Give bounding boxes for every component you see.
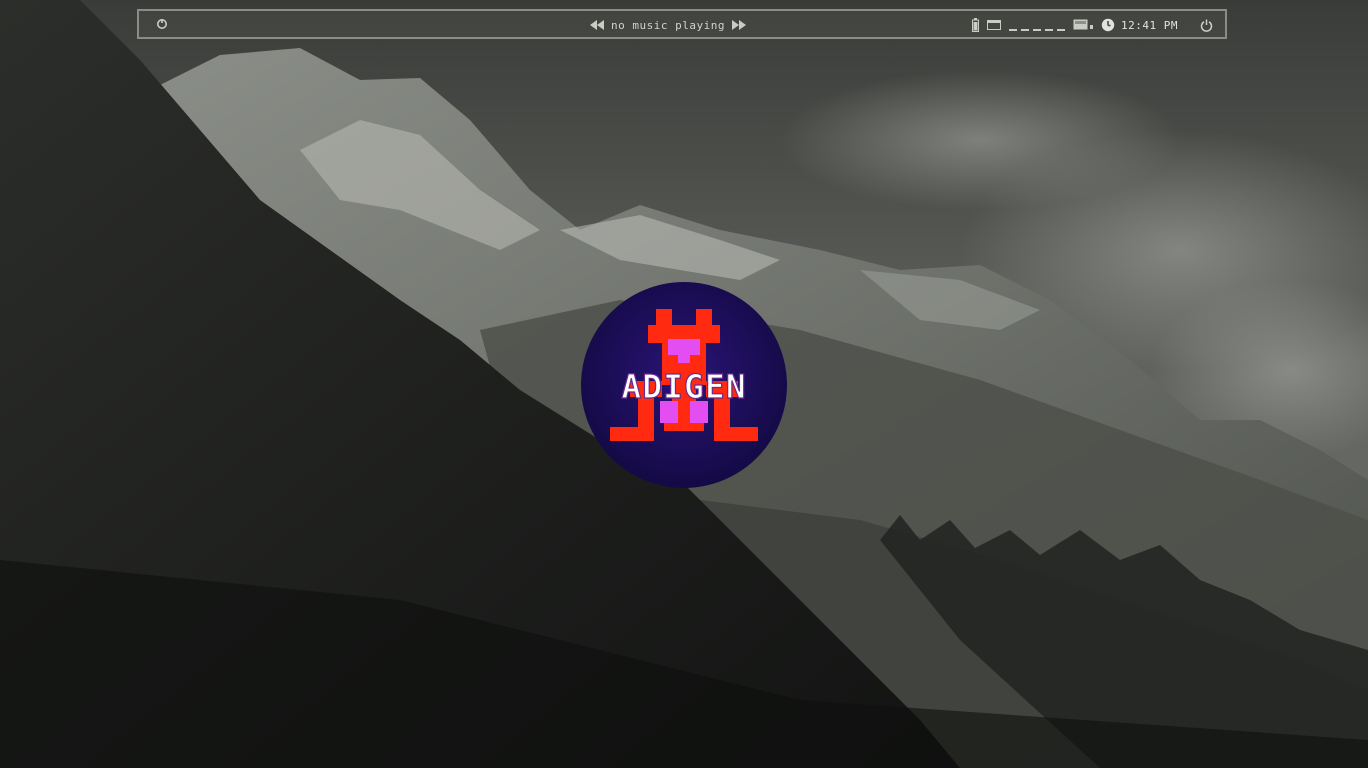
- system-tray: 12:41 PM: [972, 15, 1213, 35]
- fast-forward-icon: [731, 20, 746, 30]
- app-menu-icon: [157, 19, 167, 29]
- workspace-indicator[interactable]: [1045, 29, 1054, 31]
- adigen-logo: ADIGEN: [581, 282, 787, 488]
- desktop: no music playing 12:41 PM ADIGEN: [0, 0, 1368, 768]
- battery-indicator[interactable]: [972, 18, 980, 32]
- display-indicator[interactable]: [1073, 19, 1094, 31]
- previous-track-button[interactable]: [589, 18, 605, 32]
- next-track-button[interactable]: [731, 18, 747, 32]
- battery-icon: [972, 18, 980, 32]
- workspace-indicator[interactable]: [1021, 29, 1030, 31]
- clock-icon: [1101, 18, 1115, 32]
- top-bar: no music playing 12:41 PM: [137, 9, 1227, 39]
- clock[interactable]: 12:41 PM: [1101, 18, 1178, 32]
- window-icon: [987, 20, 1002, 30]
- now-playing-text: no music playing: [611, 18, 725, 32]
- rewind-icon: [590, 20, 604, 30]
- display-icon: [1073, 19, 1094, 30]
- workspace-switcher[interactable]: [1009, 19, 1066, 31]
- workspace-indicator[interactable]: [1009, 29, 1018, 31]
- logo-text: ADIGEN: [621, 367, 746, 406]
- active-window-indicator[interactable]: [987, 20, 1002, 30]
- clock-time: 12:41 PM: [1121, 18, 1178, 32]
- power-icon: [1200, 19, 1213, 32]
- app-menu-button[interactable]: [155, 17, 169, 31]
- workspace-indicator[interactable]: [1057, 29, 1066, 31]
- workspace-indicator[interactable]: [1033, 29, 1042, 31]
- media-controls: no music playing: [589, 16, 747, 34]
- power-button[interactable]: [1200, 19, 1213, 32]
- cloud: [780, 70, 1180, 210]
